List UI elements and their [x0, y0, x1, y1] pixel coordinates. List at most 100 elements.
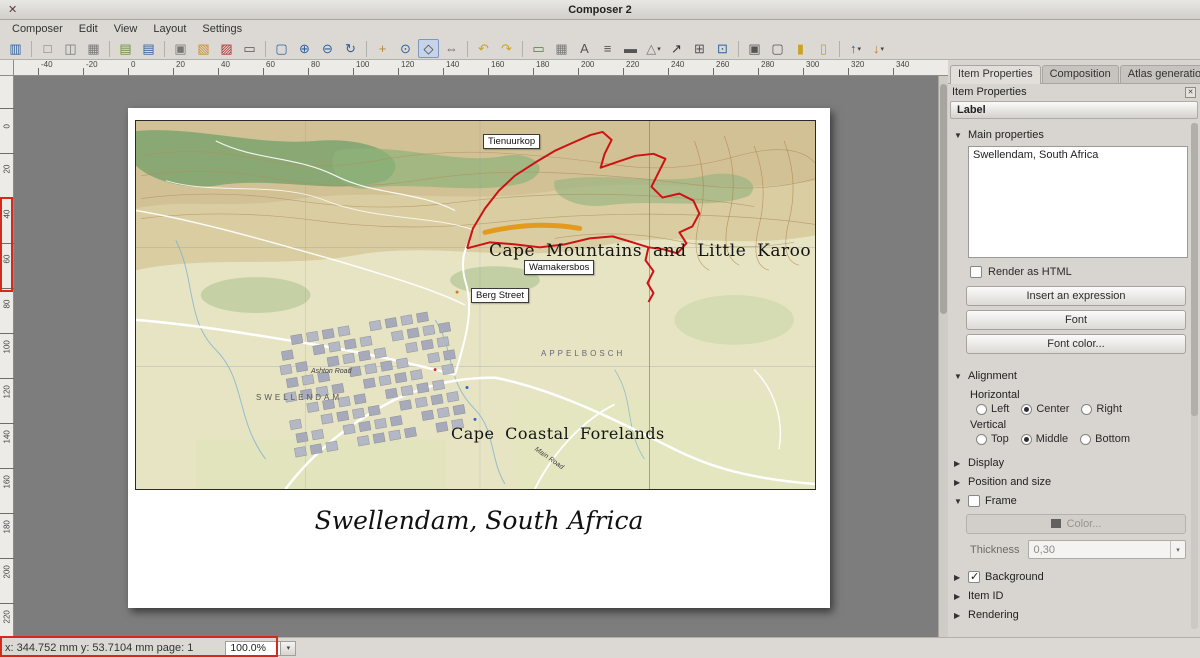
ruler-vertical: 020406080100120140160180200220	[0, 76, 14, 637]
radio-bottom[interactable]: Bottom	[1080, 433, 1130, 445]
window-close-icon[interactable]: ✕	[8, 3, 17, 16]
menu-composer[interactable]: Composer	[4, 20, 71, 38]
raise-items-button[interactable]: ↑▾	[845, 39, 866, 58]
tab-item-properties[interactable]: Item Properties	[950, 65, 1041, 84]
load-template-button[interactable]: ▤	[115, 39, 136, 58]
spinbox-caret-icon[interactable]: ▾	[1170, 541, 1185, 558]
frame-color-button[interactable]: Color...	[966, 514, 1186, 534]
panel-scrollbar-thumb[interactable]	[1191, 123, 1198, 416]
section-frame[interactable]: ▼ Frame	[954, 491, 1190, 510]
dropdown-caret-icon[interactable]: ▾	[857, 45, 861, 53]
zoom-full-button[interactable]: ▢	[271, 39, 292, 58]
radio-icon[interactable]	[976, 404, 987, 415]
ruler-tick: 320	[848, 68, 849, 75]
radio-icon[interactable]	[976, 434, 987, 445]
section-main-properties[interactable]: ▼ Main properties	[954, 125, 1190, 144]
export-image-button[interactable]: ▣	[170, 39, 191, 58]
select-move-item-button[interactable]: ◇	[418, 39, 439, 58]
composition-manager-button[interactable]: ▦	[83, 39, 104, 58]
radio-top[interactable]: Top	[976, 433, 1009, 445]
radio-icon[interactable]	[1080, 434, 1091, 445]
ruler-tick: 120	[0, 378, 14, 396]
redo-button[interactable]: ↷	[496, 39, 517, 58]
menu-settings[interactable]: Settings	[194, 20, 250, 38]
font-button[interactable]: Font	[966, 310, 1186, 330]
section-background[interactable]: ▶ Background	[954, 567, 1190, 586]
new-composition-button[interactable]: □	[37, 39, 58, 58]
radio-bottom-label: Bottom	[1095, 433, 1130, 445]
tab-atlas-generation[interactable]: Atlas generation	[1120, 65, 1200, 83]
radio-icon[interactable]	[1081, 404, 1092, 415]
group-items-button[interactable]: ▣	[744, 39, 765, 58]
dropdown-caret-icon[interactable]: ▾	[880, 45, 884, 53]
save-template-button[interactable]: ▤	[138, 39, 159, 58]
radio-right[interactable]: Right	[1081, 403, 1122, 415]
print-button[interactable]: ▭	[239, 39, 260, 58]
frame-checkbox[interactable]	[968, 495, 980, 507]
background-checkbox[interactable]	[968, 571, 980, 583]
save-project-button[interactable]: ▥	[5, 39, 26, 58]
section-item-id[interactable]: ▶ Item ID	[954, 586, 1190, 605]
add-arrow-button[interactable]: ↗	[666, 39, 687, 58]
add-map-button[interactable]: ▭	[528, 39, 549, 58]
thickness-spinbox[interactable]: 0,30 ▾	[1028, 540, 1186, 559]
render-as-html-checkbox[interactable]	[970, 266, 982, 278]
section-display[interactable]: ▶ Display	[954, 453, 1190, 472]
panel-scrollbar[interactable]	[1191, 123, 1198, 629]
dropdown-caret-icon[interactable]: ▾	[657, 45, 661, 53]
duplicate-composition-button[interactable]: ◫	[60, 39, 81, 58]
menu-view[interactable]: View	[106, 20, 146, 38]
insert-expression-button[interactable]: Insert an expression	[966, 286, 1186, 306]
section-position-size[interactable]: ▶ Position and size	[954, 472, 1190, 491]
refresh-view-button[interactable]: ↻	[340, 39, 361, 58]
pan-tool-icon: +	[379, 42, 387, 55]
zoom-tool-button[interactable]: ⊙	[395, 39, 416, 58]
section-alignment[interactable]: ▼ Alignment	[954, 366, 1190, 385]
radio-selected-icon[interactable]	[1021, 404, 1032, 415]
radio-left[interactable]: Left	[976, 403, 1009, 415]
zoom-level-field[interactable]: 100.0%	[225, 641, 281, 656]
radio-center[interactable]: Center	[1021, 403, 1069, 415]
pan-tool-button[interactable]: +	[372, 39, 393, 58]
add-legend-button[interactable]: ≡	[597, 39, 618, 58]
add-html-frame-button[interactable]: ⊡	[712, 39, 733, 58]
ungroup-items-button[interactable]: ▢	[767, 39, 788, 58]
canvas-vertical-scrollbar[interactable]	[938, 76, 948, 637]
zoom-combo[interactable]: 100.0% ▾	[225, 641, 296, 656]
zoom-out-button[interactable]: ⊖	[317, 39, 338, 58]
menu-edit[interactable]: Edit	[71, 20, 106, 38]
map-item[interactable]: Tienuurkop Wamakersbos Berg Street Cape …	[135, 120, 816, 490]
add-shape-button[interactable]: △▾	[643, 39, 664, 58]
page-title-label-item[interactable]: Swellendam, South Africa	[128, 506, 830, 535]
add-scalebar-button[interactable]: ▬	[620, 39, 641, 58]
ruler-tick: 300	[803, 68, 804, 75]
redo-icon: ↷	[501, 42, 512, 55]
zoom-in-button[interactable]: ⊕	[294, 39, 315, 58]
add-map-icon: ▭	[532, 42, 544, 55]
export-svg-button[interactable]: ▧	[193, 39, 214, 58]
radio-middle[interactable]: Middle	[1021, 433, 1068, 445]
export-pdf-button[interactable]: ▨	[216, 39, 237, 58]
font-color-button[interactable]: Font color...	[966, 334, 1186, 354]
zoom-dropdown-icon[interactable]: ▾	[281, 641, 296, 656]
menu-layout[interactable]: Layout	[145, 20, 194, 38]
radio-selected-icon[interactable]	[1021, 434, 1032, 445]
render-as-html-row[interactable]: Render as HTML	[970, 266, 1190, 278]
lower-items-button[interactable]: ↓▾	[868, 39, 889, 58]
add-label-button[interactable]: A	[574, 39, 595, 58]
tab-composition[interactable]: Composition	[1042, 65, 1119, 83]
section-background-label: Background	[985, 571, 1044, 583]
unlock-items-button[interactable]: ▯	[813, 39, 834, 58]
chevron-right-icon: ▶	[954, 573, 963, 582]
add-attribute-table-button[interactable]: ⊞	[689, 39, 710, 58]
composition-page[interactable]: Tienuurkop Wamakersbos Berg Street Cape …	[128, 108, 830, 608]
scrollbar-thumb[interactable]	[940, 84, 947, 314]
label-text-input[interactable]: Swellendam, South Africa	[968, 146, 1188, 258]
undo-button[interactable]: ↶	[473, 39, 494, 58]
section-rendering[interactable]: ▶ Rendering	[954, 605, 1190, 624]
add-image-button[interactable]: ▦	[551, 39, 572, 58]
move-item-content-button[interactable]: ⇔	[441, 39, 462, 58]
composer-canvas[interactable]: Tienuurkop Wamakersbos Berg Street Cape …	[14, 76, 938, 637]
panel-close-icon[interactable]: ✕	[1185, 87, 1196, 98]
lock-items-button[interactable]: ▮	[790, 39, 811, 58]
